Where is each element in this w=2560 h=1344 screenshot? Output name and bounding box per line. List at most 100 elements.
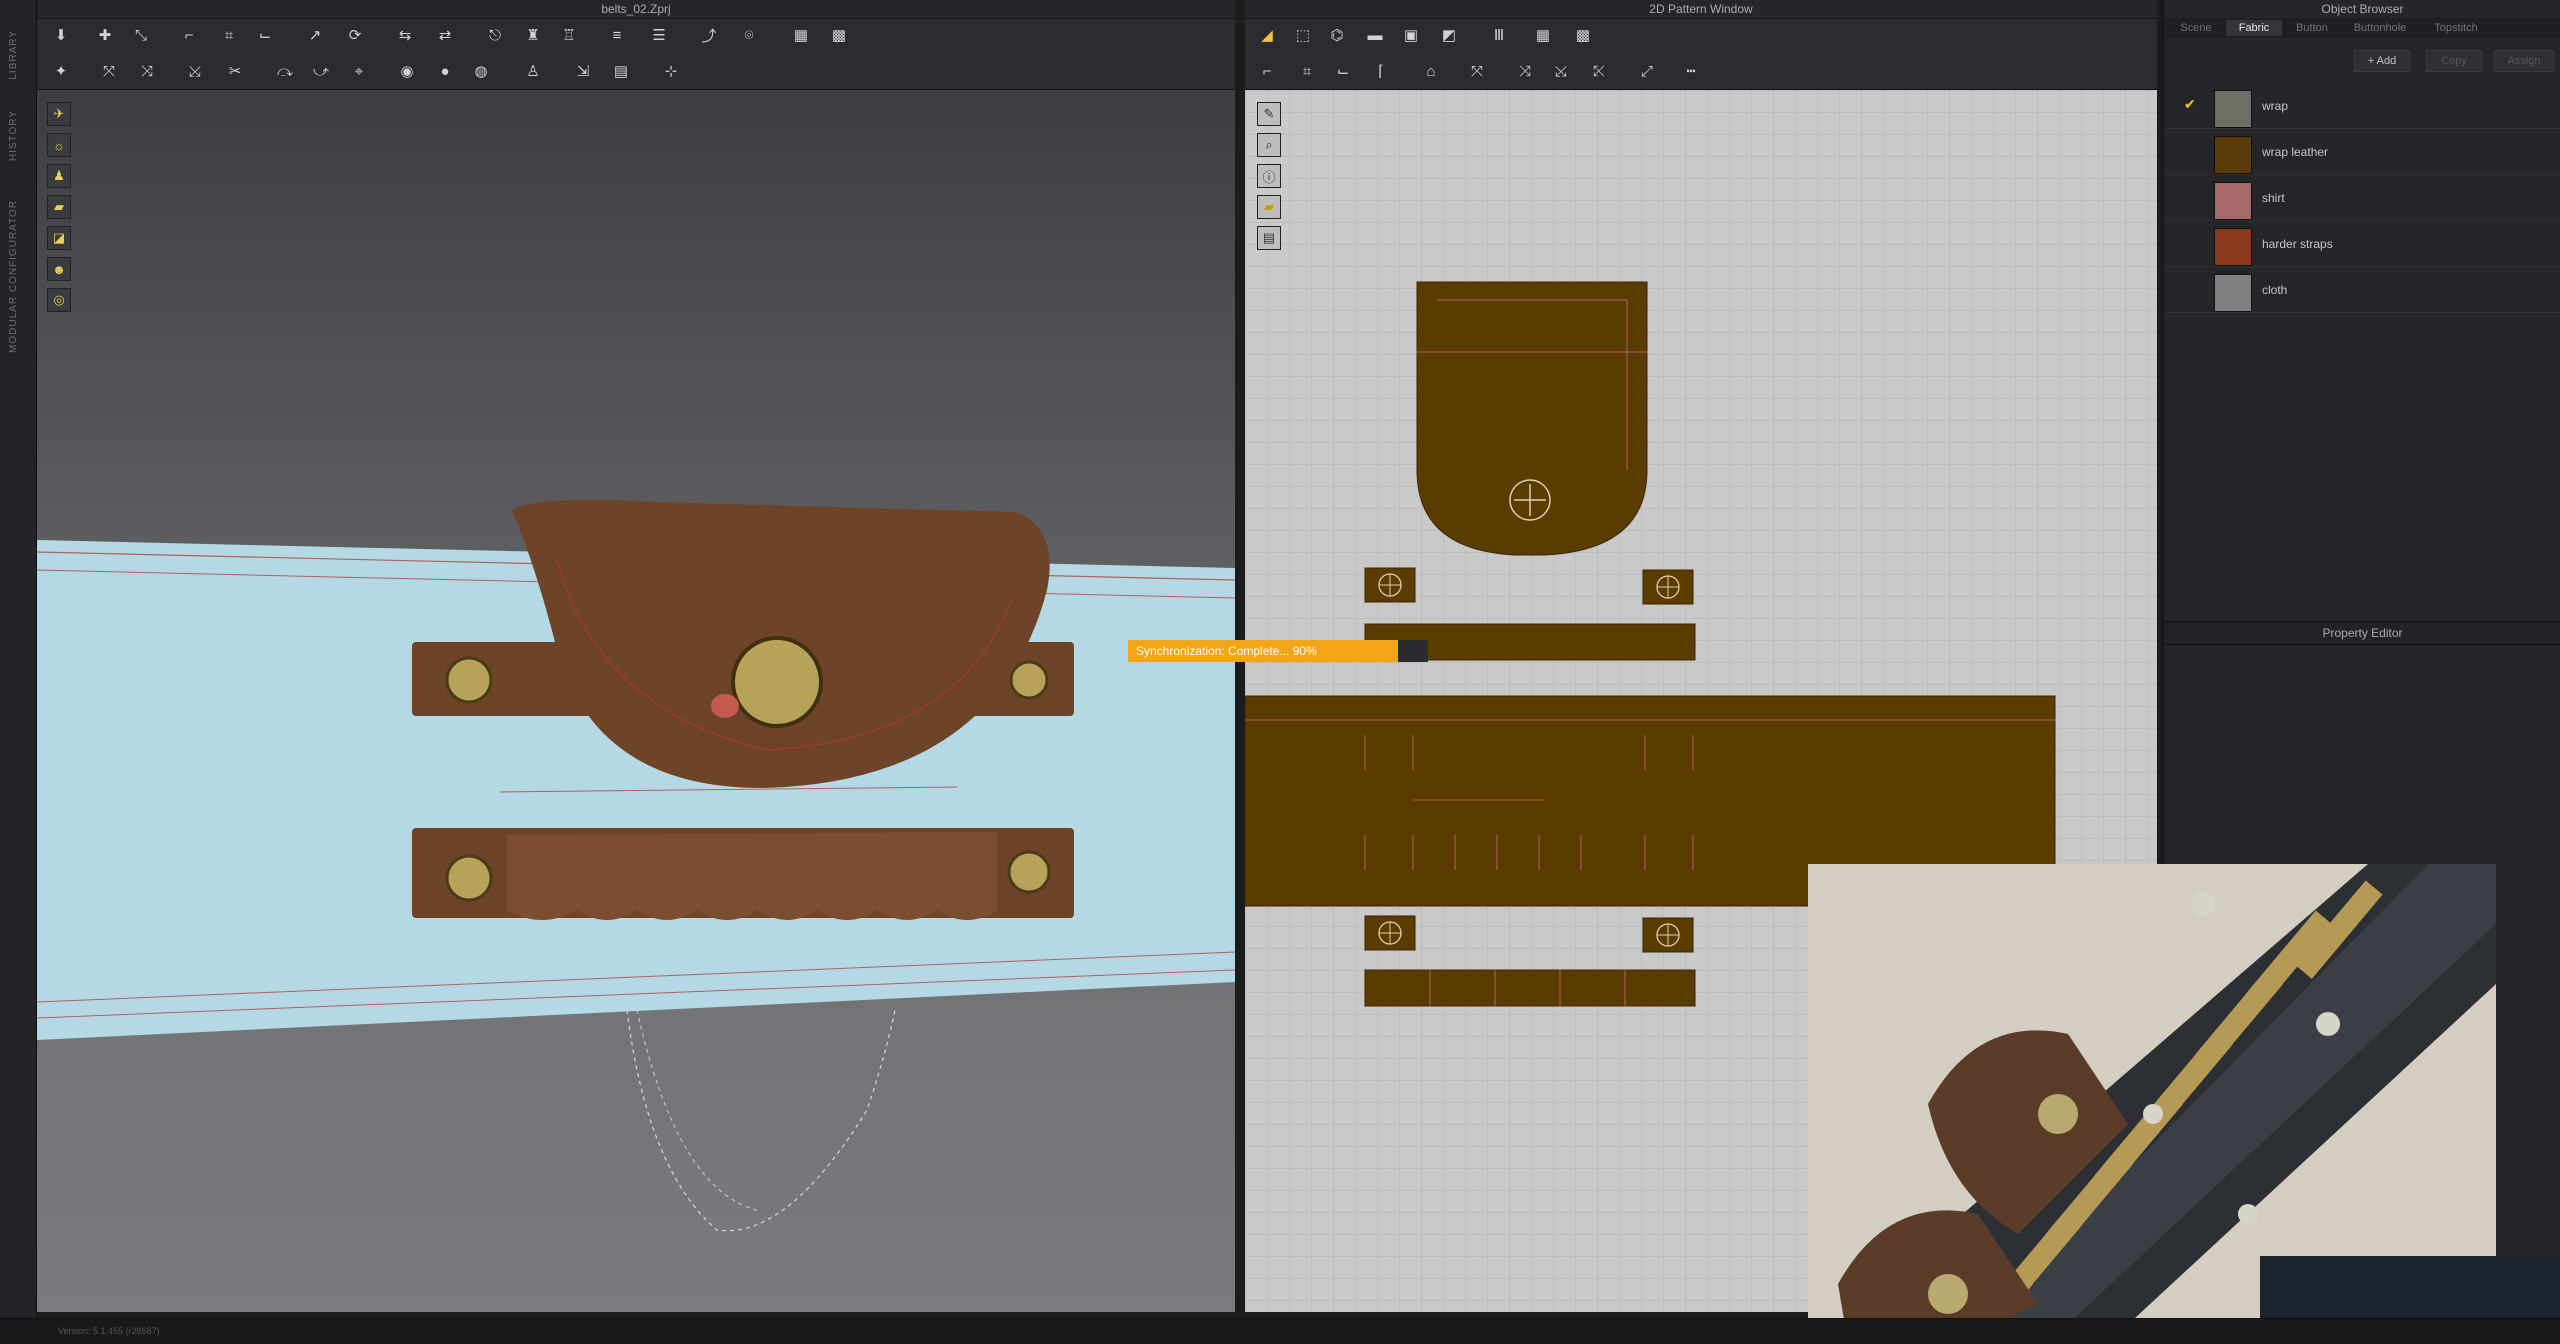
object-browser-title: Object Browser xyxy=(2321,2,2404,16)
3d-toolbar: ⬇ ✚ ⤡ ⌐ ⌗ ⌙ ↗ ⟳ ⇆ ⇄ ⎋ ♜ ♖ ≡ ☰ ⤴ ⌾ ▦ ▩ ✦ … xyxy=(37,19,1235,90)
pin-multi-icon[interactable]: ⤨ xyxy=(135,59,159,83)
fabric-name: wrap xyxy=(2262,99,2289,113)
bottom-strap-pattern xyxy=(1364,969,1696,1007)
line-tool-icon[interactable]: ⇲ xyxy=(571,59,595,83)
tab-scene[interactable]: Scene xyxy=(2168,20,2224,36)
edit-pattern-icon[interactable]: ⬚ xyxy=(1291,23,1315,47)
fabric-swatch xyxy=(2214,274,2252,312)
button-2d-icon[interactable]: ⤪ xyxy=(1587,59,1611,83)
brush-tool-icon[interactable]: ⤼ xyxy=(273,59,297,83)
pin-tool-icon[interactable]: ⌐ xyxy=(177,23,201,47)
3d-garment-render xyxy=(37,499,1235,1232)
property-editor-titlebar: Property Editor xyxy=(2164,621,2560,645)
tab-button[interactable]: Button xyxy=(2284,20,2340,36)
puckering-icon[interactable]: ⌾ xyxy=(737,23,761,47)
bottom-right-snap xyxy=(1007,850,1051,894)
pattern-window-title: 2D Pattern Window xyxy=(1649,2,1753,16)
fabric-item[interactable]: harder straps xyxy=(2164,222,2560,267)
fabric-swatch xyxy=(2214,90,2252,128)
texture-grid-icon[interactable]: ▦ xyxy=(789,23,813,47)
fabric-swatch xyxy=(2214,182,2252,220)
sync-progress-bar: Synchronization: Complete... 90% xyxy=(1128,640,1428,662)
fold-arrangement-icon[interactable]: ⌂ xyxy=(1419,59,1443,83)
model-icon[interactable]: ♙ xyxy=(521,59,545,83)
texture-edit-icon[interactable]: ▦ xyxy=(1531,23,1555,47)
top-left-snap xyxy=(445,656,493,704)
segment-sewing-icon[interactable]: ⌐ xyxy=(1255,59,1279,83)
internal-shape-icon[interactable]: ◩ xyxy=(1437,23,1461,47)
dart-tool-icon[interactable]: Ⅲ xyxy=(1487,23,1511,47)
sync-status-text: Synchronization: Complete... 90% xyxy=(1136,644,1317,658)
copy-fabric-button[interactable]: Copy xyxy=(2426,50,2482,72)
topstitch-2d-icon[interactable]: ⤩ xyxy=(1549,59,1573,83)
free-sewing-icon[interactable]: ⌗ xyxy=(1295,59,1319,83)
edit-curve-icon[interactable]: ⌖ xyxy=(347,59,371,83)
check-sewing-icon[interactable]: ⌈ xyxy=(1369,59,1393,83)
object-browser-titlebar: Object Browser xyxy=(2164,0,2560,19)
flap-pattern xyxy=(1416,281,1648,556)
tab-topstitch[interactable]: Topstitch xyxy=(2420,20,2492,36)
ruler-tool-icon[interactable]: ▤ xyxy=(609,59,633,83)
select-arrow-icon[interactable]: ⬇ xyxy=(49,23,73,47)
move-tool-icon[interactable]: ✚ xyxy=(93,23,117,47)
fabric-item[interactable]: ✔ wrap xyxy=(2164,84,2560,129)
split-tool-icon[interactable]: ⊹ xyxy=(659,59,683,83)
pants-icon[interactable]: ♖ xyxy=(557,23,581,47)
ruler-2d-icon[interactable]: ┅ xyxy=(1679,59,1703,83)
shirt-icon[interactable]: ♜ xyxy=(521,23,545,47)
grid-edit-icon[interactable]: ▩ xyxy=(1571,23,1595,47)
edit-point-icon[interactable]: ⌬ xyxy=(1325,23,1349,47)
strap-tool-icon[interactable]: ↗ xyxy=(303,23,327,47)
fabric-swatch xyxy=(2214,228,2252,266)
pouch-snap xyxy=(731,636,823,728)
pin-2d-icon[interactable]: ⤧ xyxy=(1465,59,1489,83)
topstitch-icon[interactable]: ⤴ xyxy=(697,23,721,47)
checkmark-icon: ✔ xyxy=(2184,96,2196,112)
seam-tool-icon[interactable]: ⤨ xyxy=(1513,59,1537,83)
2d-window-title: 2D Pattern Window xyxy=(1245,0,2157,19)
fabric-name: cloth xyxy=(2262,283,2288,297)
add-fabric-button[interactable]: + Add xyxy=(2354,50,2410,72)
button-tool-icon[interactable]: ☰ xyxy=(647,23,671,47)
fabric-item[interactable]: cloth xyxy=(2164,268,2560,313)
annotation-icon[interactable]: ⤢ xyxy=(1635,59,1659,83)
rectangle-tool-icon[interactable]: ▣ xyxy=(1399,23,1423,47)
fold-tool-icon[interactable]: ⟳ xyxy=(343,23,367,47)
tab-buttonhole[interactable]: Buttonhole xyxy=(2342,20,2418,36)
point-tool-icon[interactable]: ◉ xyxy=(395,59,419,83)
fabric-item[interactable]: shirt xyxy=(2164,176,2560,221)
polygon-tool-icon[interactable]: ▬ xyxy=(1363,23,1387,47)
fabric-item[interactable]: wrap leather xyxy=(2164,130,2560,175)
pin-point-icon[interactable]: ⤧ xyxy=(97,59,121,83)
project-title: belts_02.Zprj xyxy=(601,2,671,16)
top-right-snap xyxy=(1009,660,1049,700)
version-text: Version: 5.1.455 (r28687) xyxy=(58,1326,160,1336)
uv-grid-icon[interactable]: ▩ xyxy=(827,23,851,47)
avatar-arrange-icon[interactable]: ⎋ xyxy=(483,23,507,47)
select-mesh-icon[interactable]: ⤡ xyxy=(129,23,153,47)
property-editor-title: Property Editor xyxy=(2322,626,2403,640)
tape-tool-icon[interactable]: ⇄ xyxy=(433,23,457,47)
pin-box-icon[interactable]: ⌗ xyxy=(217,23,241,47)
transform-pattern-icon[interactable]: ◢ xyxy=(1255,23,1279,47)
shrink-tool-icon[interactable]: ⤻ xyxy=(309,59,333,83)
2d-toolbar: ◢ ⬚ ⌬ ▬ ▣ ◩ Ⅲ ▦ ▩ ⌐ ⌗ ⌙ ⌈ ⌂ ⤧ ⤨ ⤩ ⤪ ⤢ ┅ xyxy=(1245,19,2157,90)
edit-sewing-icon[interactable]: ⌙ xyxy=(1331,59,1355,83)
sphere-tool-icon[interactable]: ● xyxy=(433,59,457,83)
cut-tool-icon[interactable]: ✂ xyxy=(223,59,247,83)
assign-fabric-button[interactable]: Assign xyxy=(2494,50,2554,72)
3d-window-title: belts_02.Zprj xyxy=(37,0,1235,19)
library-tab[interactable]: LIBRARY xyxy=(8,30,19,80)
3d-viewport[interactable]: ✈ ☼ ♟ ▰ ◪ ☻ ◎ xyxy=(37,90,1235,1312)
pin-lasso-icon[interactable]: ⌙ xyxy=(253,23,277,47)
graphic-tool-icon[interactable]: ◍ xyxy=(469,59,493,83)
measure-tool-icon[interactable]: ⇆ xyxy=(393,23,417,47)
history-tab[interactable]: HISTORY xyxy=(8,110,19,161)
fabric-name: shirt xyxy=(2262,191,2285,205)
modular-configurator-tab[interactable]: MODULAR CONFIGURATOR xyxy=(8,200,19,353)
tab-fabric[interactable]: Fabric xyxy=(2226,20,2282,36)
avatar-pose-icon[interactable]: ✦ xyxy=(49,59,73,83)
object-browser-tabs: Scene Fabric Button Buttonhole Topstitch xyxy=(2164,18,2560,38)
skin-offset-icon[interactable]: ⤩ xyxy=(183,59,207,83)
zipper-icon[interactable]: ≡ xyxy=(605,23,629,47)
